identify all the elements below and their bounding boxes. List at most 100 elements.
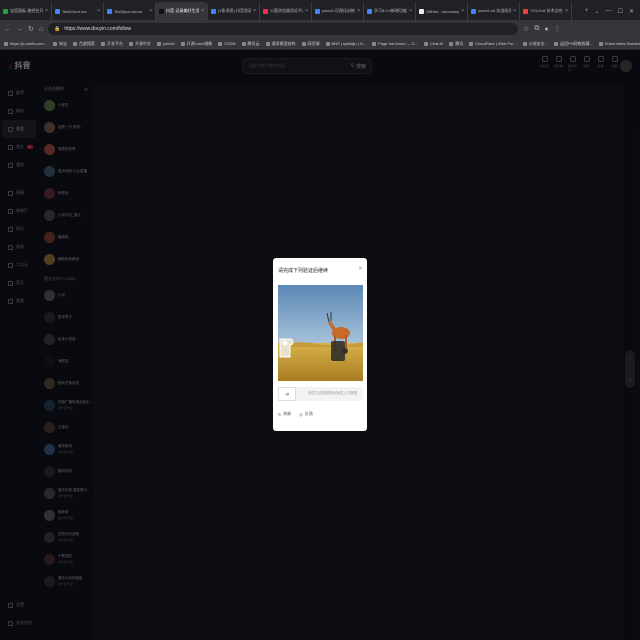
tab-close-icon[interactable]: × <box>513 8 516 14</box>
bookmark-item[interactable]: CloudFlare | Web Per... <box>469 41 517 46</box>
bookmark-icon <box>180 41 185 46</box>
refresh-button[interactable]: ↻ 刷新 <box>278 411 291 417</box>
bookmark-label: Page not found — G... <box>378 41 419 46</box>
bookmark-icon <box>218 41 223 46</box>
window-control-button[interactable]: ⌄ <box>595 8 600 15</box>
browser-tab[interactable]: Test2Json.ms × <box>52 2 104 20</box>
bookmark-label: https://jx.xmflv.com... <box>10 41 48 46</box>
bookmark-item[interactable]: 淘宝 <box>53 41 67 47</box>
window-control-button[interactable]: ☐ <box>618 8 623 15</box>
bookmark-item[interactable]: 开源中文 <box>129 41 151 47</box>
bookmark-item[interactable]: 腾讯 <box>449 41 463 47</box>
bookmark-icon <box>129 41 134 46</box>
refresh-label: 刷新 <box>283 411 292 416</box>
tab-close-icon[interactable]: × <box>357 8 360 14</box>
window-control-button[interactable]: ✕ <box>629 8 634 15</box>
tab-label: Test2json.demo <box>114 8 143 14</box>
bookmark-label: 火绒安全... <box>528 40 548 46</box>
bookmark-item[interactable]: 腾讯云 <box>241 41 260 47</box>
browser-tab[interactable]: Test2json.demo × <box>104 2 156 20</box>
tab-label: yolov5-v5 实战检测模型 <box>478 8 511 13</box>
feedback-icon: ◎ <box>299 411 303 417</box>
slider-handle[interactable]: ➜ <box>278 387 296 401</box>
profile-icon[interactable]: ● <box>544 26 548 33</box>
tab-close-icon[interactable]: × <box>45 8 48 14</box>
bookmark-item[interactable]: 开源Linux镜像 <box>180 41 212 47</box>
bookmark-icon <box>469 41 474 46</box>
bookmark-item[interactable]: Page not found — G... <box>372 41 418 46</box>
bookmark-label: 返回PH网络收藏... <box>560 40 593 46</box>
browser-tab[interactable]: YOLOv8 技术点的比较× <box>520 2 572 20</box>
tab-close-icon[interactable]: × <box>97 8 100 14</box>
bookmark-item[interactable]: 网页端 <box>301 41 320 47</box>
forward-icon[interactable]: → <box>16 26 23 33</box>
captcha-title: 请完成下列验证后继续 <box>278 268 329 274</box>
bookmark-icon <box>424 41 429 46</box>
bookmark-item[interactable]: 火绒安全... <box>522 40 548 47</box>
browser-tab[interactable]: GitHub - shouxiang/learn× <box>416 2 468 20</box>
home-icon[interactable]: ⌂ <box>39 26 43 33</box>
tab-close-icon[interactable]: × <box>253 8 256 14</box>
bookmark-item[interactable]: Kubernetes Dashbo... <box>598 41 640 46</box>
bookmark-label: CloudFlare | Web Per... <box>475 41 517 46</box>
bookmark-label: Kubernetes Dashbo... <box>604 41 640 46</box>
tab-favicon-icon <box>315 8 320 14</box>
feedback-button[interactable]: ◎ 反馈 <box>299 411 313 417</box>
tab-favicon-icon <box>263 8 268 14</box>
bookmark-icon <box>598 41 603 46</box>
tab-close-icon[interactable]: × <box>409 8 412 14</box>
bookmark-item[interactable]: yolov5 <box>157 41 175 46</box>
browser-tab[interactable]: 宝塔面板-曾经在开发板× <box>0 2 52 20</box>
tab-close-icon[interactable]: × <box>565 8 568 14</box>
bookmark-icon <box>522 41 527 46</box>
lock-icon: 🔒 <box>54 26 61 32</box>
tab-close-icon[interactable]: × <box>201 8 204 14</box>
bookmark-item[interactable]: 开发平台 <box>101 41 123 47</box>
browser-tab[interactable]: yolov5-可视化训练工具× <box>312 2 364 20</box>
browser-tab[interactable]: 抖音-记录美好生活 × <box>156 2 208 20</box>
tab-close-icon[interactable]: × <box>149 8 152 14</box>
bookmark-icon <box>4 41 8 46</box>
tab-close-icon[interactable]: × <box>305 8 308 14</box>
bookmark-icon <box>53 41 58 46</box>
tab-label: 抖音-记录美好生活 <box>166 8 200 13</box>
window-control-button[interactable]: + <box>585 8 589 14</box>
bookmark-item[interactable]: CSDN <box>218 41 236 46</box>
url-input[interactable]: 🔒 https://www.douyin.com/follow <box>48 23 519 35</box>
star-icon[interactable]: ☆ <box>523 25 529 33</box>
arrow-right-icon: ➜ <box>284 391 290 398</box>
tab-label: 学习8.0.0新增功能Ultrafro <box>374 8 407 13</box>
browser-tab[interactable]: 学习8.0.0新增功能Ultrafro× <box>364 2 416 20</box>
bookmark-icon <box>73 41 78 46</box>
bookmark-label: BNS | sytdajiu | G... <box>331 41 367 46</box>
back-icon[interactable]: ← <box>4 26 11 33</box>
reload-icon[interactable]: ↻ <box>28 25 34 33</box>
slider-hint: 按住左边按钮拖动完成上方拼图 <box>308 391 357 395</box>
bookmark-icon <box>372 41 377 46</box>
close-icon[interactable]: ✕ <box>358 265 363 272</box>
bookmarks-bar: https://jx.xmflv.com... 淘宝 百度搜索 开发平台 开源中文 yol… <box>0 38 640 50</box>
bookmark-item[interactable]: 百度搜索 <box>73 41 95 47</box>
bookmark-item[interactable]: Chat AI <box>424 41 443 46</box>
captcha-slider-track[interactable]: ➜ 按住左边按钮拖动完成上方拼图 <box>278 387 363 401</box>
bookmark-item[interactable]: 通用模型结构 <box>265 40 296 47</box>
browser-tab-strip: 宝塔面板-曾经在开发板×Test2Json.ms× Test2json.demo ×… <box>0 0 640 20</box>
bookmark-item[interactable]: BNS | sytdajiu | G... <box>325 41 367 46</box>
tab-favicon-icon <box>211 8 216 14</box>
bookmark-label: 通用模型结构 <box>271 40 296 46</box>
bookmark-item[interactable]: 返回PH网络收藏... <box>554 41 593 47</box>
tab-label: yolov5-可视化训练工具 <box>322 8 355 13</box>
browser-tab[interactable]: (4条消息) 抖音验证滑块× <box>208 2 260 20</box>
captcha-puzzle-image <box>278 285 363 381</box>
browser-tab[interactable]: yolov5-v5 实战检测模型× <box>468 2 520 20</box>
window-control-button[interactable]: — <box>606 8 612 14</box>
tab-favicon-icon <box>367 8 372 14</box>
bookmark-item[interactable]: https://jx.xmflv.com... <box>4 41 47 46</box>
tab-favicon-icon <box>159 8 164 14</box>
browser-tab[interactable]: 火狐浏览器验证平台 × <box>260 2 312 20</box>
bookmark-icon <box>449 41 454 46</box>
tab-close-icon[interactable]: × <box>461 8 464 14</box>
bookmark-icon <box>157 41 162 46</box>
menu-icon[interactable]: ⋮ <box>554 25 561 33</box>
extension-icon[interactable]: ⧉ <box>534 25 539 33</box>
